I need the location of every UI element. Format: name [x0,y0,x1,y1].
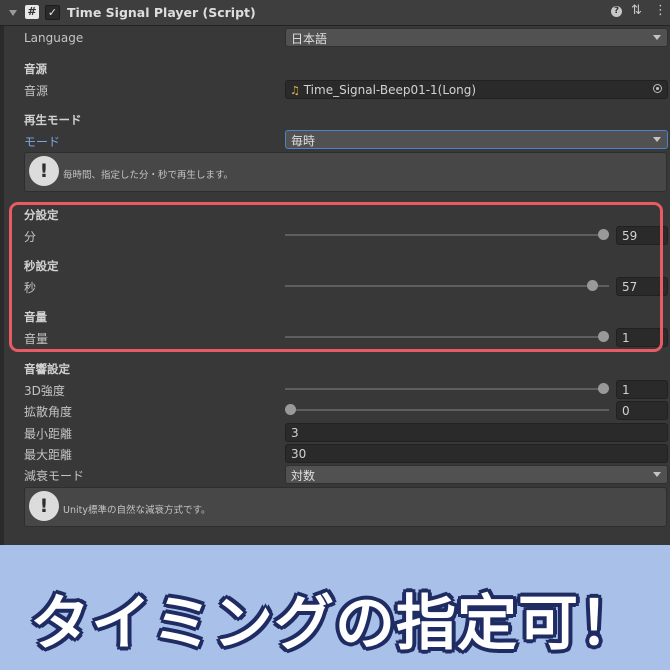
language-dropdown[interactable]: 日本語 [285,28,668,47]
max-distance-field[interactable]: 30 [285,444,668,463]
foldout-arrow-icon[interactable] [9,10,17,16]
rolloff-value: 対数 [291,469,316,483]
help-box-rolloff: ! Unity標準の自然な減衰方式です。 [24,487,667,527]
rolloff-label: 減衰モード [24,469,85,483]
min-distance-label: 最小距離 [24,427,73,441]
language-label: Language [24,31,84,45]
info-icon: ! [29,156,59,186]
object-picker-icon[interactable] [653,84,662,93]
blend-label: 3D強度 [24,384,65,398]
max-distance-label: 最大距離 [24,448,73,462]
mode-label: モード [24,135,61,149]
sound-section-title: 音響設定 [24,362,70,376]
source-label: 音源 [24,84,49,98]
mode-section-title: 再生モード [24,113,82,127]
help-text-rolloff: Unity標準の自然な減衰方式です。 [63,505,211,516]
rolloff-dropdown[interactable]: 対数 [285,465,668,484]
spread-label: 拡散角度 [24,405,73,419]
promo-banner: タイミングの指定可！ [0,545,670,670]
audio-clip-field[interactable]: ♫ Time_Signal-Beep01-1(Long) [285,80,668,99]
banner-caption: タイミングの指定可！ [30,589,640,659]
chevron-down-icon [653,137,661,142]
audio-clip-icon: ♫ [290,84,300,97]
source-section-title: 音源 [24,62,47,76]
language-value: 日本語 [291,32,328,46]
component-header[interactable]: # ✓ Time Signal Player (Script) ? ⇅ ⋮ [0,0,670,26]
enabled-checkbox[interactable]: ✓ [45,5,60,20]
blend-value-field[interactable]: 1 [616,380,668,399]
presets-icon[interactable]: ⇅ [631,3,642,18]
spread-slider-knob[interactable] [285,404,296,415]
info-icon: ! [29,491,59,521]
min-distance-field[interactable]: 3 [285,423,668,442]
component-title: Time Signal Player (Script) [67,5,256,20]
blend-slider-track[interactable] [285,388,609,390]
spread-value-field[interactable]: 0 [616,401,668,420]
help-icon[interactable]: ? [611,6,622,17]
highlight-frame [9,202,663,352]
help-text-mode: 毎時間、指定した分・秒で再生します。 [63,170,234,181]
audio-clip-value: Time_Signal-Beep01-1(Long) [303,83,477,97]
blend-slider-knob[interactable] [598,383,609,394]
help-box-mode: ! 毎時間、指定した分・秒で再生します。 [24,152,667,192]
context-menu-icon[interactable]: ⋮ [654,3,667,18]
inspector-left-edge [0,0,4,545]
chevron-down-icon [653,472,661,477]
script-icon: # [25,5,39,19]
inspector-panel: # ✓ Time Signal Player (Script) ? ⇅ ⋮ La… [0,0,670,545]
mode-value: 毎時 [291,134,316,148]
chevron-down-icon [653,35,661,40]
spread-slider-track[interactable] [285,409,609,411]
mode-dropdown[interactable]: 毎時 [285,130,668,149]
